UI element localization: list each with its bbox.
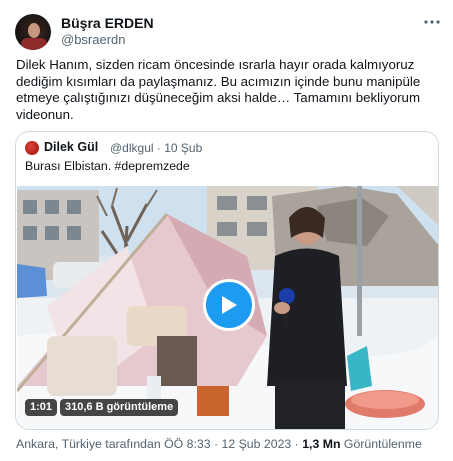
avatar-face bbox=[28, 23, 40, 38]
quoted-author-handle: @dlkgul bbox=[110, 141, 154, 155]
play-button[interactable] bbox=[203, 279, 255, 331]
video-view-count: 310,6 B görüntüleme bbox=[60, 399, 179, 416]
author-name[interactable]: Büşra ERDEN bbox=[61, 15, 154, 31]
quoted-text: Burası Elbistan. #depremzede bbox=[25, 159, 190, 173]
tweet-text: Dilek Hanım, sizden ricam öncesinde ısra… bbox=[16, 57, 421, 122]
views-count: 1,3 Mn bbox=[302, 437, 341, 451]
quoted-date[interactable]: 10 Şub bbox=[164, 141, 202, 155]
video-duration: 1:01 bbox=[25, 399, 58, 416]
video-player[interactable]: 1:01 310,6 B görüntüleme bbox=[17, 186, 438, 429]
play-icon bbox=[222, 296, 237, 314]
quoted-separator: · bbox=[156, 141, 161, 155]
quoted-meta: @dlkgul · 10 Şub bbox=[110, 141, 202, 155]
author-handle[interactable]: @bsraerdn bbox=[61, 32, 126, 47]
more-icon[interactable] bbox=[419, 11, 445, 33]
quoted-author-avatar[interactable] bbox=[25, 141, 39, 155]
quoted-author-name[interactable]: Dilek Gül bbox=[44, 140, 98, 154]
tweet: Büşra ERDEN @bsraerdn Dilek Hanım, sizde… bbox=[0, 0, 453, 461]
avatar-flowers bbox=[21, 38, 47, 50]
tweet-footer: Ankara, Türkiye tarafından ÖÖ 8:33 · 12 … bbox=[16, 437, 422, 451]
location-time[interactable]: Ankara, Türkiye tarafından ÖÖ 8:33 · 12 … bbox=[16, 437, 302, 451]
views-label: Görüntülenme bbox=[340, 437, 422, 451]
author-avatar[interactable] bbox=[15, 14, 51, 50]
quoted-tweet[interactable]: Dilek Gül @dlkgul · 10 Şub Burası Elbist… bbox=[15, 131, 439, 430]
